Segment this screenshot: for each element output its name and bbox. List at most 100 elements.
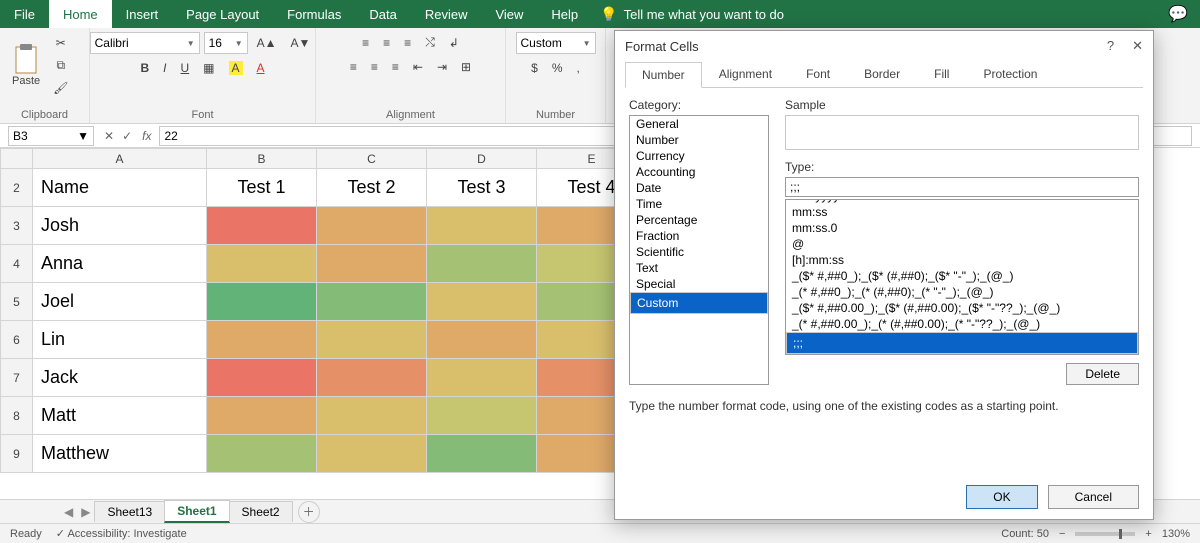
type-item[interactable]: mm:ss	[786, 204, 1138, 220]
cancel-formula-icon[interactable]: ✕	[104, 129, 114, 143]
font-size-select[interactable]: 16▼	[204, 32, 248, 54]
increase-indent-icon[interactable]: ⇥	[432, 57, 452, 77]
tell-me[interactable]: 💡 Tell me what you want to do	[600, 6, 784, 23]
tab-formulas[interactable]: Formulas	[273, 0, 355, 28]
category-item[interactable]: Time	[630, 196, 768, 212]
category-item[interactable]: Text	[630, 260, 768, 276]
cell[interactable]: Matt	[33, 397, 207, 435]
cell[interactable]	[317, 207, 427, 245]
type-item[interactable]: mm:ss.0	[786, 220, 1138, 236]
type-item[interactable]: _(* #,##0_);_(* (#,##0);_(* "-"_);_(@_)	[786, 284, 1138, 300]
type-item[interactable]: _($* #,##0.00_);_($* (#,##0.00);_($* "-"…	[786, 300, 1138, 316]
category-item[interactable]: Accounting	[630, 164, 768, 180]
cell[interactable]	[317, 435, 427, 473]
cell[interactable]: Name	[33, 169, 207, 207]
name-box[interactable]: B3▼	[8, 126, 94, 146]
cell[interactable]	[317, 397, 427, 435]
category-list[interactable]: GeneralNumberCurrencyAccountingDateTimeP…	[629, 115, 769, 385]
cell[interactable]	[427, 321, 537, 359]
format-painter-button[interactable]: 🖌	[48, 78, 73, 98]
font-color-button[interactable]: A	[252, 58, 270, 78]
cell[interactable]	[207, 397, 317, 435]
cell[interactable]	[427, 435, 537, 473]
cell[interactable]	[427, 283, 537, 321]
col-header-b[interactable]: B	[207, 149, 317, 169]
cell[interactable]	[427, 207, 537, 245]
sheet-nav-prev-icon[interactable]: ◀	[60, 505, 77, 519]
cell[interactable]: Josh	[33, 207, 207, 245]
row-header[interactable]: 4	[1, 245, 33, 283]
dialog-tab-font[interactable]: Font	[789, 61, 847, 87]
zoom-level[interactable]: 130%	[1162, 528, 1190, 540]
category-item[interactable]: Fraction	[630, 228, 768, 244]
accept-formula-icon[interactable]: ✓	[122, 129, 132, 143]
category-item[interactable]: Special	[630, 276, 768, 292]
category-item[interactable]: Currency	[630, 148, 768, 164]
currency-icon[interactable]: $	[526, 58, 543, 78]
cell[interactable]	[317, 321, 427, 359]
fx-icon[interactable]: fx	[138, 129, 155, 143]
cell[interactable]: Matthew	[33, 435, 207, 473]
type-item[interactable]: [h]:mm:ss	[786, 252, 1138, 268]
row-header[interactable]: 8	[1, 397, 33, 435]
cell[interactable]	[317, 359, 427, 397]
comma-icon[interactable]: ,	[572, 58, 585, 78]
category-item[interactable]: Scientific	[630, 244, 768, 260]
cell[interactable]: Joel	[33, 283, 207, 321]
cancel-button[interactable]: Cancel	[1048, 485, 1139, 509]
category-item[interactable]: Date	[630, 180, 768, 196]
close-icon[interactable]: ✕	[1132, 38, 1143, 54]
category-item[interactable]: Custom	[630, 292, 768, 314]
row-header[interactable]: 7	[1, 359, 33, 397]
number-format-select[interactable]: Custom▼	[516, 32, 596, 54]
align-bottom-icon[interactable]: ≡	[399, 33, 416, 53]
row-header[interactable]: 9	[1, 435, 33, 473]
percent-icon[interactable]: %	[547, 58, 568, 78]
cell[interactable]	[207, 321, 317, 359]
dialog-tab-border[interactable]: Border	[847, 61, 917, 87]
decrease-font-icon[interactable]: A▼	[286, 33, 316, 53]
zoom-slider[interactable]	[1075, 532, 1135, 536]
comments-icon[interactable]: 💬	[1168, 4, 1188, 24]
row-header[interactable]: 2	[1, 169, 33, 207]
col-header-d[interactable]: D	[427, 149, 537, 169]
copy-button[interactable]: ⧉	[48, 55, 73, 76]
cell[interactable]	[207, 283, 317, 321]
fill-color-button[interactable]: A	[224, 58, 248, 78]
tab-help[interactable]: Help	[537, 0, 592, 28]
category-item[interactable]: Percentage	[630, 212, 768, 228]
row-header[interactable]: 3	[1, 207, 33, 245]
tab-data[interactable]: Data	[355, 0, 410, 28]
wrap-text-icon[interactable]: ↲	[444, 33, 464, 53]
category-item[interactable]: Number	[630, 132, 768, 148]
merge-icon[interactable]: ⊞	[456, 57, 476, 77]
row-header[interactable]: 5	[1, 283, 33, 321]
italic-button[interactable]: I	[158, 58, 171, 78]
col-header-a[interactable]: A	[33, 149, 207, 169]
category-item[interactable]: General	[630, 116, 768, 132]
tab-page-layout[interactable]: Page Layout	[172, 0, 273, 28]
cell[interactable]	[427, 397, 537, 435]
dialog-tab-number[interactable]: Number	[625, 62, 702, 88]
row-header[interactable]: 6	[1, 321, 33, 359]
align-middle-icon[interactable]: ≡	[378, 33, 395, 53]
zoom-out-icon[interactable]: −	[1059, 528, 1065, 540]
dialog-tab-protection[interactable]: Protection	[966, 61, 1054, 87]
underline-button[interactable]: U	[175, 58, 194, 78]
orientation-icon[interactable]: ⤭	[420, 32, 440, 53]
cell[interactable]: Test 3	[427, 169, 537, 207]
align-center-icon[interactable]: ≡	[366, 57, 383, 77]
type-item[interactable]: @	[786, 236, 1138, 252]
sheet-tab[interactable]: Sheet2	[229, 501, 293, 522]
type-item[interactable]: ;;;	[786, 332, 1138, 354]
tab-home[interactable]: Home	[49, 0, 112, 28]
cell[interactable]: Jack	[33, 359, 207, 397]
align-right-icon[interactable]: ≡	[387, 57, 404, 77]
cell[interactable]	[317, 245, 427, 283]
border-button[interactable]: ▦	[198, 58, 219, 78]
cell[interactable]: Anna	[33, 245, 207, 283]
tab-insert[interactable]: Insert	[112, 0, 173, 28]
cell[interactable]	[207, 207, 317, 245]
cell[interactable]	[207, 359, 317, 397]
cell[interactable]	[427, 245, 537, 283]
